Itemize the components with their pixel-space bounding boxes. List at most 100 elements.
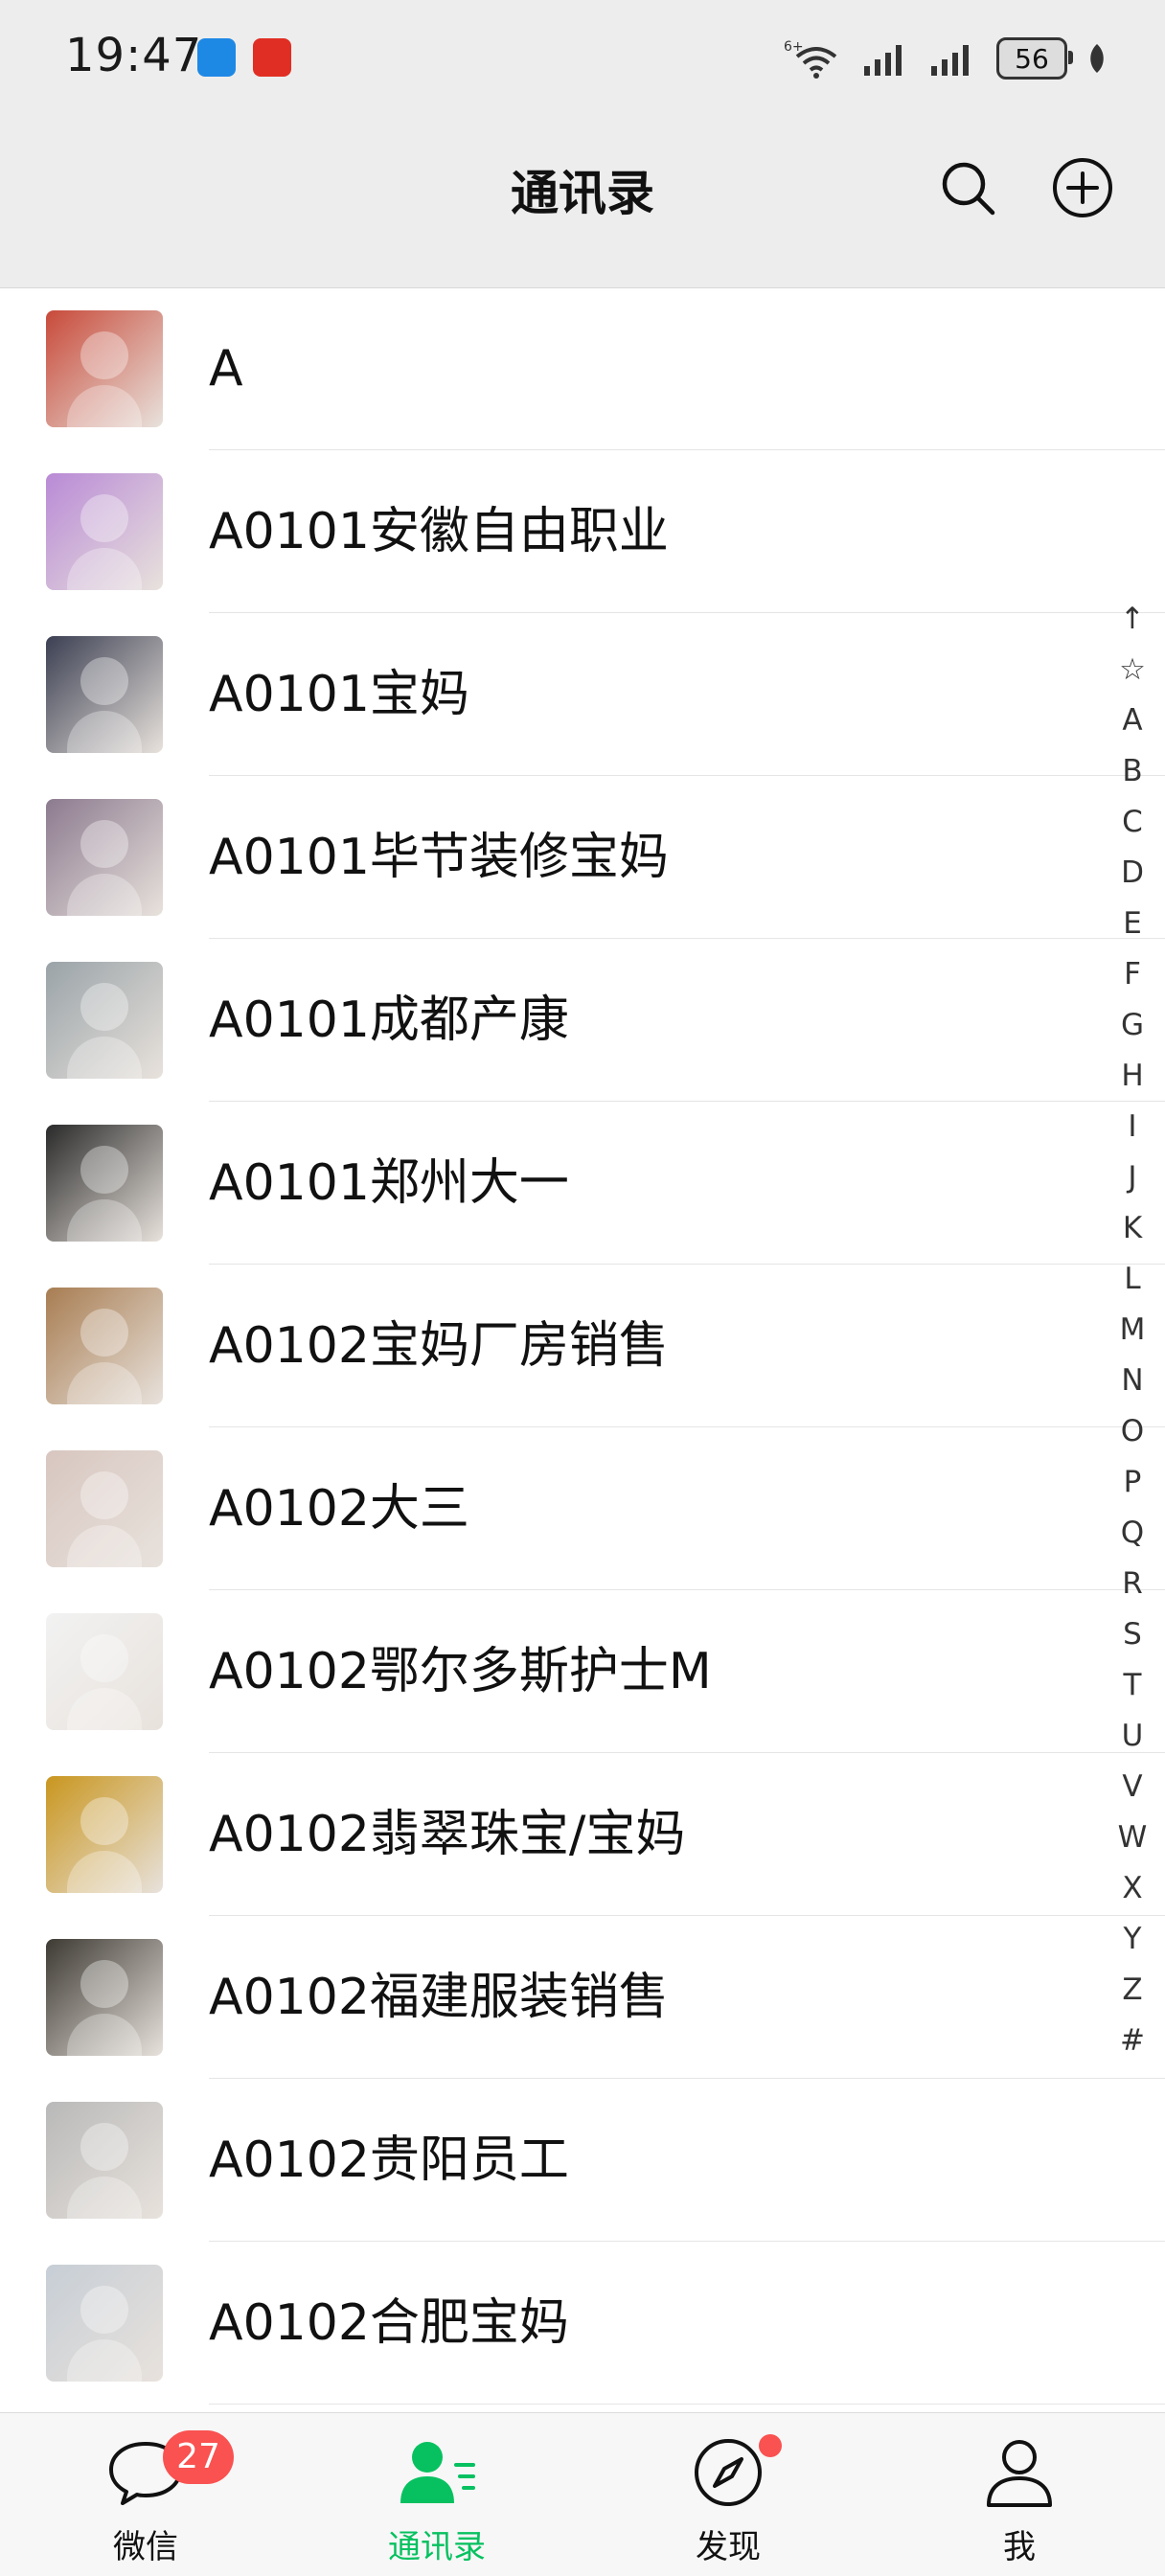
contact-row[interactable]: A0102宝妈厂房销售 xyxy=(0,1265,1165,1427)
contact-name: A0101成都产康 xyxy=(209,992,569,1049)
index-letter[interactable]: # xyxy=(1111,2016,1154,2066)
contact-row[interactable]: A0102福建服装销售 xyxy=(0,1916,1165,2079)
plus-circle-icon xyxy=(1053,158,1112,217)
photo-avatar xyxy=(46,962,163,1079)
photo-avatar xyxy=(46,1288,163,1404)
index-letter[interactable]: L xyxy=(1111,1254,1154,1305)
weather-app-icon xyxy=(197,38,236,77)
tab-label: 发现 xyxy=(696,2528,761,2566)
contact-name: A0101安徽自由职业 xyxy=(209,503,669,560)
index-letter[interactable]: D xyxy=(1111,848,1154,899)
contact-name: A0102鄂尔多斯护士M xyxy=(209,1643,712,1700)
contact-name: A0102翡翠珠宝/宝妈 xyxy=(209,1806,686,1863)
contact-name: A0101宝妈 xyxy=(209,666,469,723)
avatar-silhouette xyxy=(67,2014,142,2056)
photo-avatar xyxy=(46,2265,163,2382)
avatar-silhouette xyxy=(80,983,128,1031)
avatar-silhouette xyxy=(80,1309,128,1356)
contact-row[interactable]: A0101郑州大一 xyxy=(0,1102,1165,1265)
tab-label: 我 xyxy=(1003,2528,1036,2566)
contact-name: A0102宝妈厂房销售 xyxy=(209,1317,669,1375)
index-letter[interactable]: H xyxy=(1111,1051,1154,1102)
contacts-icon xyxy=(389,2432,485,2513)
contact-name: A xyxy=(209,340,243,398)
index-letter[interactable]: A xyxy=(1111,695,1154,746)
avatar-silhouette xyxy=(67,2177,142,2219)
tab-chats[interactable]: 27 微信 xyxy=(0,2413,291,2576)
index-letter[interactable]: ↑ xyxy=(1111,594,1154,645)
index-letter[interactable]: O xyxy=(1111,1406,1154,1457)
avatar-silhouette xyxy=(80,1471,128,1519)
contact-name: A0101毕节装修宝妈 xyxy=(209,829,669,886)
index-letter[interactable]: E xyxy=(1111,899,1154,949)
contact-row[interactable]: A0102贵阳员工 xyxy=(0,2079,1165,2242)
index-letter[interactable]: G xyxy=(1111,1000,1154,1051)
signal-icon xyxy=(864,45,902,76)
index-letter[interactable]: X xyxy=(1111,1863,1154,1914)
index-letter[interactable]: T xyxy=(1111,1660,1154,1711)
index-letter[interactable]: Y xyxy=(1111,1914,1154,1965)
avatar-silhouette xyxy=(80,1634,128,1682)
signal-icon xyxy=(931,45,969,76)
contact-row[interactable]: A0101宝妈 xyxy=(0,613,1165,776)
contact-name: A0101郑州大一 xyxy=(209,1154,569,1212)
index-letter[interactable]: N xyxy=(1111,1356,1154,1406)
alphabet-index[interactable]: ↑ ☆ A B C D E F G H I J K L M N O P Q R S T U V W X Y Z # xyxy=(1111,594,1154,2066)
contact-row[interactable]: A0102大三 xyxy=(0,1427,1165,1590)
index-letter[interactable]: J xyxy=(1111,1152,1154,1203)
index-letter[interactable]: ☆ xyxy=(1111,645,1154,695)
battery-level: 56 xyxy=(1015,42,1049,75)
photo-avatar xyxy=(46,1776,163,1893)
tab-me[interactable]: 我 xyxy=(874,2413,1165,2576)
leaf-icon xyxy=(1090,44,1104,73)
index-letter[interactable]: I xyxy=(1111,1102,1154,1152)
contact-row[interactable]: A xyxy=(0,287,1165,450)
index-letter[interactable]: V xyxy=(1111,1762,1154,1812)
unread-badge: 27 xyxy=(163,2430,234,2484)
tab-discover[interactable]: 发现 xyxy=(582,2413,874,2576)
wifi-icon: 6+ xyxy=(784,39,837,79)
contact-row[interactable]: A0102翡翠珠宝/宝妈 xyxy=(0,1753,1165,1916)
photo-avatar xyxy=(46,2102,163,2219)
index-letter[interactable]: W xyxy=(1111,1812,1154,1863)
search-button[interactable] xyxy=(929,149,1006,226)
avatar-silhouette xyxy=(67,874,142,916)
battery-indicator: 56 xyxy=(996,37,1073,80)
index-letter[interactable]: S xyxy=(1111,1609,1154,1660)
index-letter[interactable]: U xyxy=(1111,1711,1154,1762)
avatar-silhouette xyxy=(80,1146,128,1194)
photo-avatar xyxy=(46,1939,163,2056)
index-letter[interactable]: C xyxy=(1111,797,1154,848)
avatar-silhouette xyxy=(67,1851,142,1893)
index-letter[interactable]: B xyxy=(1111,746,1154,797)
notification-dot xyxy=(759,2434,782,2457)
index-letter[interactable]: K xyxy=(1111,1203,1154,1254)
add-button[interactable] xyxy=(1044,149,1121,226)
avatar-silhouette xyxy=(80,331,128,379)
index-letter[interactable]: Z xyxy=(1111,1965,1154,2016)
row-divider xyxy=(209,2404,1165,2405)
contact-list: A A0101安徽自由职业 A0101宝妈 A0101毕节装修宝妈 A0101成都产康 A… xyxy=(0,287,1165,2405)
contact-row[interactable]: A0102鄂尔多斯护士M xyxy=(0,1590,1165,1753)
top-header: 通讯录 xyxy=(0,115,1165,288)
contact-row[interactable]: A0101毕节装修宝妈 xyxy=(0,776,1165,939)
index-letter[interactable]: R xyxy=(1111,1559,1154,1609)
avatar-silhouette xyxy=(80,2123,128,2171)
index-letter[interactable]: F xyxy=(1111,949,1154,1000)
contact-row[interactable]: A0102合肥宝妈 xyxy=(0,2242,1165,2405)
avatar-silhouette xyxy=(67,1199,142,1242)
photo-avatar xyxy=(46,1125,163,1242)
tab-contacts[interactable]: 通讯录 xyxy=(291,2413,582,2576)
contact-name: A0102福建服装销售 xyxy=(209,1969,669,2026)
drawing-avatar xyxy=(46,1613,163,1730)
contact-name: A0102大三 xyxy=(209,1480,469,1538)
index-letter[interactable]: P xyxy=(1111,1457,1154,1508)
shopping-app-icon xyxy=(253,38,291,77)
contact-row[interactable]: A0101安徽自由职业 xyxy=(0,450,1165,613)
index-letter[interactable]: M xyxy=(1111,1305,1154,1356)
contact-name: A0102合肥宝妈 xyxy=(209,2294,569,2352)
search-icon xyxy=(942,162,995,216)
contact-row[interactable]: A0101成都产康 xyxy=(0,939,1165,1102)
index-letter[interactable]: Q xyxy=(1111,1508,1154,1559)
avatar-silhouette xyxy=(80,1960,128,2008)
